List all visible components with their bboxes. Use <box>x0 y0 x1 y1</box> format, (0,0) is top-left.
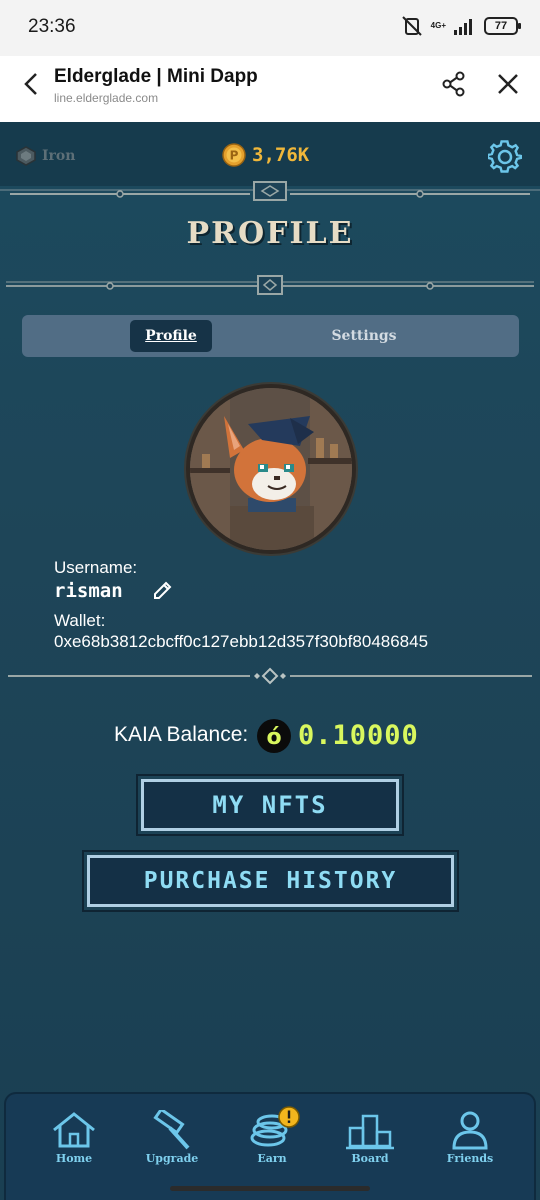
bottom-navigation: Home Upgrade Earn Board Friends <box>4 1092 536 1200</box>
nav-friends[interactable]: Friends <box>422 1094 518 1194</box>
game-screen: Iron P 3,76K PROFILE Profile Settings Us… <box>0 122 540 1200</box>
back-arrow-icon[interactable] <box>18 70 46 98</box>
svg-text:P: P <box>230 149 239 163</box>
nav-friends-label: Friends <box>446 1152 494 1165</box>
coin-balance: 3,76K <box>252 144 310 166</box>
hammer-icon <box>153 1110 190 1150</box>
kaia-balance-value: 0.10000 <box>298 720 419 751</box>
purchase-history-button[interactable]: PURCHASE HISTORY <box>82 850 459 912</box>
username-label: Username: <box>54 558 138 577</box>
share-icon[interactable] <box>440 70 468 98</box>
coin-icon: P <box>222 143 246 167</box>
status-bar: 23:36 4G+ 77 <box>0 0 540 56</box>
warning-icon <box>278 1106 300 1128</box>
rank-badge-icon <box>16 146 36 166</box>
svg-text:ó: ó <box>266 725 281 750</box>
browser-header: Elderglade | Mini Dapp line.elderglade.c… <box>0 56 540 122</box>
tab-settings[interactable]: Settings <box>312 320 416 352</box>
kaia-token-icon: ó <box>256 718 292 754</box>
close-icon[interactable] <box>494 70 522 98</box>
nav-earn-label: Earn <box>257 1152 287 1165</box>
wallet-label: Wallet: <box>54 611 106 630</box>
ornament-divider-top <box>0 181 540 201</box>
nav-upgrade[interactable]: Upgrade <box>124 1094 220 1194</box>
signal-icon <box>454 17 476 35</box>
edit-pencil-icon[interactable] <box>152 581 172 601</box>
nav-upgrade-label: Upgrade <box>145 1152 199 1165</box>
nav-board[interactable]: Board <box>322 1094 418 1194</box>
mute-icon <box>401 15 423 37</box>
my-nfts-button[interactable]: MY NFTS <box>136 774 404 836</box>
status-time: 23:36 <box>28 16 76 37</box>
wallet-address: 0xe68b3812cbcff0c127ebb12d357f30bf804868… <box>54 632 429 651</box>
page-title: Elderglade | Mini Dapp <box>54 66 258 87</box>
ornament-divider-bottom <box>8 667 532 685</box>
username-value: risman <box>54 580 123 602</box>
avatar <box>186 384 356 554</box>
profile-heading: PROFILE <box>186 216 354 251</box>
nav-home[interactable]: Home <box>26 1094 122 1194</box>
page-url: line.elderglade.com <box>54 91 159 105</box>
status-icons: 4G+ 77 <box>401 15 521 37</box>
nav-board-label: Board <box>351 1152 389 1165</box>
battery-icon: 77 <box>484 17 521 35</box>
gear-icon[interactable] <box>486 140 523 174</box>
tab-profile[interactable]: Profile <box>130 320 212 352</box>
kaia-balance-label: KAIA Balance: <box>114 723 249 746</box>
network-type: 4G+ <box>430 21 446 30</box>
profile-tabs: Profile Settings <box>22 315 519 357</box>
home-icon <box>53 1112 95 1148</box>
ornament-divider-middle <box>6 275 534 295</box>
podium-icon <box>346 1114 394 1150</box>
nav-home-label: Home <box>55 1152 93 1165</box>
friends-icon <box>452 1111 488 1150</box>
nav-earn[interactable]: Earn <box>224 1094 320 1194</box>
game-topbar: Iron P 3,76K <box>0 122 540 186</box>
home-indicator[interactable] <box>170 1186 370 1191</box>
rank-label: Iron <box>42 148 76 164</box>
